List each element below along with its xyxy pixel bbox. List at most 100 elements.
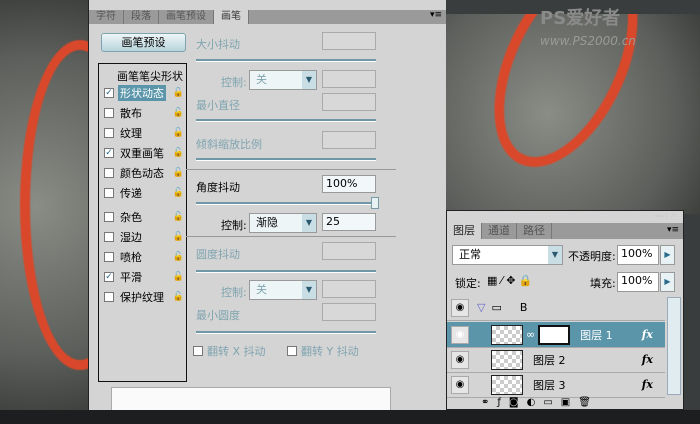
brush-option-item[interactable]: 湿边 🔓: [104, 228, 184, 246]
layer-row[interactable]: ◉ 图层 2 fx: [447, 347, 665, 373]
flip-y-checkbox[interactable]: 翻转 Y 抖动: [287, 343, 359, 359]
checkbox[interactable]: [104, 188, 114, 198]
checkbox[interactable]: [104, 252, 114, 262]
lock-icon[interactable]: 🔓: [173, 212, 184, 222]
roundness-jitter-slider[interactable]: [196, 270, 376, 273]
checkbox[interactable]: [104, 108, 114, 118]
checkbox[interactable]: ✓: [104, 272, 114, 282]
roundness-control-select[interactable]: 关 ▼: [249, 280, 317, 300]
option-label: 平滑: [120, 271, 142, 284]
lock-icon[interactable]: 🔓: [173, 168, 184, 178]
checkbox[interactable]: [104, 128, 114, 138]
lock-icon[interactable]: 🔓: [173, 88, 184, 98]
checkbox[interactable]: [287, 346, 297, 356]
layers-scrollbar[interactable]: [667, 297, 681, 395]
lock-icon[interactable]: 🔓: [173, 148, 184, 158]
layer-row[interactable]: ◉ 图层 3 fx: [447, 372, 665, 398]
tab-paths[interactable]: 路径: [517, 223, 552, 239]
eye-icon[interactable]: ◉: [451, 375, 469, 394]
checkbox[interactable]: [104, 292, 114, 302]
lock-icon[interactable]: 🔓: [173, 108, 184, 118]
tilt-scale-field[interactable]: [322, 131, 376, 149]
angle-jitter-field[interactable]: 100%: [322, 175, 376, 193]
flip-x-checkbox[interactable]: 翻转 X 抖动: [193, 343, 266, 359]
checkbox[interactable]: [104, 168, 114, 178]
canvas-left: [0, 0, 140, 412]
layer-group-b[interactable]: ◉ ▽ ▭ B: [447, 295, 665, 321]
option-label: 散布: [120, 107, 142, 120]
min-diameter-slider[interactable]: [196, 119, 376, 122]
tab-brush[interactable]: 画笔: [214, 10, 249, 24]
opacity-arrow-button[interactable]: ▶: [660, 245, 675, 265]
eye-icon[interactable]: ◉: [451, 325, 469, 344]
min-roundness-slider[interactable]: [196, 331, 376, 334]
layer-thumbnail: [491, 374, 523, 395]
tab-brush-presets[interactable]: 画笔预设: [159, 10, 214, 24]
brush-option-item[interactable]: 传递 🔓: [104, 184, 184, 202]
lock-icon[interactable]: 🔓: [173, 252, 184, 262]
checkbox[interactable]: ✓: [104, 88, 114, 98]
brush-tabs: 字符 段落 画笔预设 画笔: [89, 10, 446, 24]
checkbox[interactable]: ✓: [104, 148, 114, 158]
checkbox[interactable]: [193, 346, 203, 356]
fade-steps-field[interactable]: 25: [322, 213, 376, 231]
angle-jitter-slider[interactable]: [196, 202, 376, 205]
brush-option-item[interactable]: 保护纹理 🔓: [104, 288, 184, 306]
fill-label: 填充:: [590, 277, 616, 290]
angle-control-select[interactable]: 渐隐 ▼: [249, 213, 317, 233]
lock-icon[interactable]: 🔓: [173, 128, 184, 138]
size-jitter-slider[interactable]: [196, 59, 376, 62]
layers-footer-icons[interactable]: ⚭ƒ◙◐▭▣🗑: [481, 397, 599, 408]
blend-mode-select[interactable]: 正常 ▼: [452, 245, 563, 265]
brush-option-item[interactable]: ✓ 平滑 🔓: [104, 268, 184, 286]
option-label: 颜色动态: [120, 167, 164, 180]
tip-shape-item[interactable]: 画笔笔尖形状: [117, 68, 183, 84]
layer-thumbnail: [491, 324, 523, 345]
flip-x-label: 翻转 X 抖动: [207, 345, 266, 358]
eye-icon[interactable]: ◉: [451, 298, 469, 317]
lock-icon[interactable]: 🔓: [173, 232, 184, 242]
min-diameter-field[interactable]: [322, 93, 376, 111]
fx-icon[interactable]: fx: [642, 328, 653, 341]
tab-channels[interactable]: 通道: [482, 223, 517, 239]
brush-option-item[interactable]: 纹理 🔓: [104, 124, 184, 142]
expand-triangle-icon[interactable]: ▽: [477, 301, 485, 314]
roundness-control-field[interactable]: [322, 280, 376, 298]
fx-icon[interactable]: fx: [642, 353, 653, 366]
checkbox[interactable]: [104, 212, 114, 222]
fill-arrow-button[interactable]: ▶: [660, 272, 675, 292]
brush-option-item[interactable]: 喷枪 🔓: [104, 248, 184, 266]
brush-option-item[interactable]: ✓ 双重画笔 🔓: [104, 144, 184, 162]
brush-presets-button[interactable]: 画笔预设: [101, 33, 186, 52]
chevron-down-icon: ▼: [302, 214, 316, 232]
tab-paragraph[interactable]: 段落: [124, 10, 159, 24]
brush-option-item[interactable]: 杂色 🔓: [104, 208, 184, 226]
size-control-field[interactable]: [322, 70, 376, 88]
roundness-jitter-field[interactable]: [322, 242, 376, 260]
tab-layers[interactable]: 图层: [447, 223, 482, 239]
opacity-field[interactable]: 100%: [617, 245, 659, 265]
eye-icon[interactable]: ◉: [451, 350, 469, 369]
panel-menu-icon[interactable]: ▾≡: [667, 225, 679, 235]
tab-character[interactable]: 字符: [89, 10, 124, 24]
brush-option-item[interactable]: 散布 🔓: [104, 104, 184, 122]
brush-option-item[interactable]: ✓ 形状动态 🔓: [104, 84, 184, 102]
lock-icon[interactable]: 🔓: [173, 272, 184, 282]
fill-field[interactable]: 100%: [617, 272, 659, 292]
brush-option-item[interactable]: 颜色动态 🔓: [104, 164, 184, 182]
checkbox[interactable]: [104, 232, 114, 242]
lock-icon[interactable]: 🔓: [173, 292, 184, 302]
angle-slider-thumb[interactable]: [371, 197, 379, 209]
flip-y-label: 翻转 Y 抖动: [301, 345, 359, 358]
layer-mask-thumbnail: [538, 324, 571, 345]
size-control-select[interactable]: 关 ▼: [249, 70, 317, 90]
layer-row[interactable]: ◉ ∞ 图层 1 fx: [447, 322, 665, 348]
lock-icon[interactable]: 🔓: [173, 188, 184, 198]
size-jitter-field[interactable]: [322, 32, 376, 50]
tilt-scale-slider[interactable]: [196, 158, 376, 161]
lock-icons[interactable]: ▦ ⁄ ✥ 🔒: [487, 274, 533, 287]
min-roundness-field[interactable]: [322, 303, 376, 321]
fx-icon[interactable]: fx: [642, 378, 653, 391]
panel-menu-icon[interactable]: ▾≡: [430, 10, 442, 20]
collapse-close-icons[interactable]: ◂◂ | ✕: [654, 211, 677, 220]
